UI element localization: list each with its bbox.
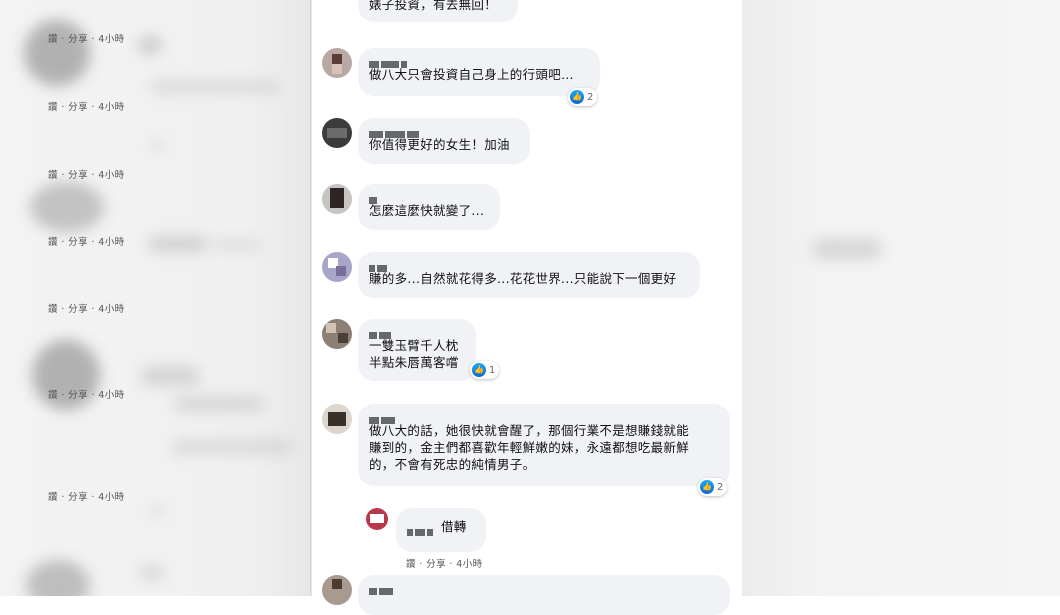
avatar[interactable] xyxy=(322,184,352,214)
thumbs-up-icon: 👍 xyxy=(570,90,584,104)
blurred-author-name xyxy=(369,54,589,68)
like-link[interactable]: 讚 xyxy=(48,170,58,181)
avatar[interactable] xyxy=(322,575,352,605)
comment-text: 借轉 xyxy=(441,519,467,534)
like-link[interactable]: 讚 xyxy=(48,390,58,401)
comment-bubble: 怎麼這麼快就變了... xyxy=(358,184,500,230)
share-link[interactable]: 分享 xyxy=(426,559,446,570)
comment-actions: 讚 · 分享 · 4小時 xyxy=(48,34,125,45)
like-link[interactable]: 讚 xyxy=(48,492,58,503)
comment-time[interactable]: 4小時 xyxy=(98,492,124,503)
panel-divider xyxy=(310,0,311,596)
comment-bubble: 做八大只會投資自己身上的行頭吧… xyxy=(358,48,600,96)
share-link[interactable]: 分享 xyxy=(68,102,88,113)
share-link[interactable]: 分享 xyxy=(68,492,88,503)
comment-actions: 讚 · 分享 · 4小時 xyxy=(48,170,125,181)
thumbs-up-icon: 👍 xyxy=(472,363,486,377)
comment-time[interactable]: 4小時 xyxy=(98,304,124,315)
comment-time[interactable]: 4小時 xyxy=(98,102,124,113)
comment-time[interactable]: 4小時 xyxy=(98,170,124,181)
comment-text: 怎麼這麼快就變了... xyxy=(369,203,485,218)
comment-time[interactable]: 4小時 xyxy=(456,559,482,570)
comment-time[interactable]: 4小時 xyxy=(98,237,124,248)
comment-bubble: 賺的多...自然就花得多...花花世界...只能說下一個更好 xyxy=(358,252,700,298)
avatar[interactable] xyxy=(366,508,388,530)
thumbs-up-icon: 👍 xyxy=(700,480,714,494)
blurred-background-left xyxy=(0,0,312,596)
blurred-author-name xyxy=(369,410,719,424)
comment-bubble: 做八大的話，她很快就會醒了，那個行業不是想賺錢就能 賺到的，金主們都喜歡年輕鮮嫩… xyxy=(358,404,730,486)
blurred-background-right xyxy=(742,0,1060,596)
comment-time[interactable]: 4小時 xyxy=(98,34,124,45)
share-link[interactable]: 分享 xyxy=(68,237,88,248)
comment-text: 一雙玉臂千人枕 半點朱唇萬客嚐 xyxy=(369,338,459,370)
comment-actions: 讚 · 分享 · 4小時 xyxy=(48,102,125,113)
comment-text: 賺的多...自然就花得多...花花世界...只能說下一個更好 xyxy=(369,271,677,286)
blurred-author-name xyxy=(369,124,519,138)
comment-text: 婊子投資，有去無回！ xyxy=(369,0,498,12)
share-link[interactable]: 分享 xyxy=(68,304,88,315)
blurred-author-name xyxy=(369,190,489,204)
comment-actions: 讚 · 分享 · 4小時 xyxy=(406,559,483,570)
comment-time[interactable]: 4小時 xyxy=(98,390,124,401)
like-link[interactable]: 讚 xyxy=(48,34,58,45)
comment-actions: 讚 · 分享 · 4小時 xyxy=(48,304,125,315)
reaction-count[interactable]: 👍 2 xyxy=(568,88,598,106)
comment-actions: 讚 · 分享 · 4小時 xyxy=(48,237,125,248)
like-link[interactable]: 讚 xyxy=(406,559,416,570)
reaction-count[interactable]: 👍 2 xyxy=(698,478,728,496)
avatar[interactable] xyxy=(322,404,352,434)
like-link[interactable]: 讚 xyxy=(48,237,58,248)
comment-text: 做八大只會投資自己身上的行頭吧… xyxy=(369,67,574,82)
blurred-author-name xyxy=(369,325,465,339)
blurred-author-name xyxy=(369,258,689,272)
comment-text: 做八大的話，她很快就會醒了，那個行業不是想賺錢就能 賺到的，金主們都喜歡年輕鮮嫩… xyxy=(369,423,690,472)
share-link[interactable]: 分享 xyxy=(68,34,88,45)
blurred-author-name xyxy=(407,522,435,536)
avatar[interactable] xyxy=(322,319,352,349)
avatar[interactable] xyxy=(322,118,352,148)
like-link[interactable]: 讚 xyxy=(48,102,58,113)
avatar[interactable] xyxy=(322,48,352,78)
comment-bubble: 你值得更好的女生！加油 xyxy=(358,118,530,164)
comment-bubble: 一雙玉臂千人枕 半點朱唇萬客嚐 xyxy=(358,319,476,381)
comment-actions: 讚 · 分享 · 4小時 xyxy=(48,390,125,401)
comment-bubble xyxy=(358,575,730,615)
comment-actions: 讚 · 分享 · 4小時 xyxy=(48,492,125,503)
reaction-count[interactable]: 👍 1 xyxy=(470,361,500,379)
like-link[interactable]: 讚 xyxy=(48,304,58,315)
comment-text: 你值得更好的女生！加油 xyxy=(369,137,510,152)
comment-bubble: 借轉 xyxy=(396,508,486,552)
avatar[interactable] xyxy=(322,252,352,282)
share-link[interactable]: 分享 xyxy=(68,170,88,181)
comment-bubble: 婊子投資，有去無回！ xyxy=(358,0,518,22)
share-link[interactable]: 分享 xyxy=(68,390,88,401)
blurred-author-name xyxy=(369,581,719,595)
